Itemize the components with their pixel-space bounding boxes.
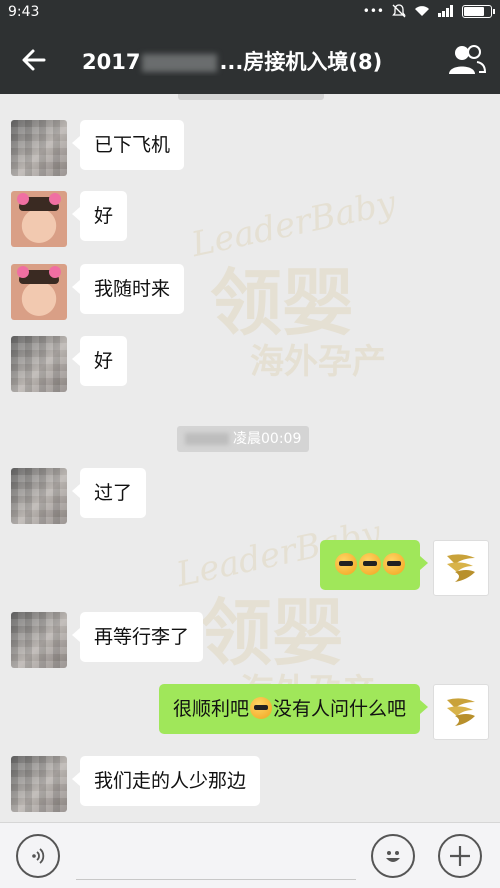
group-members-icon[interactable] xyxy=(448,42,486,78)
message-bubble[interactable]: 我们走的人少那边 xyxy=(71,756,261,806)
more-dots-icon: ••• xyxy=(362,4,384,18)
emoji-icon xyxy=(335,553,357,575)
message-input[interactable] xyxy=(76,879,356,880)
chat-title-prefix: 2017 xyxy=(82,50,141,74)
message-text: 很顺利吧 xyxy=(172,698,249,720)
redacted-text xyxy=(142,54,218,72)
watermark: 领婴 xyxy=(210,260,355,345)
wifi-icon xyxy=(415,6,429,16)
emoji-icon xyxy=(359,553,381,575)
timestamp-text: 凌晨00:09 xyxy=(233,431,302,447)
voice-icon xyxy=(32,848,45,864)
watermark: 海外孕产 xyxy=(250,342,386,382)
message-bubble[interactable]: 已下飞机 xyxy=(71,120,185,170)
message-bubble[interactable]: 再等行李了 xyxy=(71,612,204,662)
avatar[interactable] xyxy=(11,756,67,812)
status-icons: ••• xyxy=(362,4,495,18)
voice-button[interactable] xyxy=(16,834,60,878)
status-time: 9:43 xyxy=(8,4,40,20)
cool-emoji-icon xyxy=(249,697,272,719)
watermark: LeaderBaby xyxy=(188,182,400,266)
avatar[interactable] xyxy=(433,540,489,596)
smiley-icon xyxy=(386,851,400,862)
timestamp: 凌晨00:09 xyxy=(177,426,310,452)
avatar[interactable] xyxy=(11,612,67,668)
brand-logo-icon xyxy=(447,554,475,582)
more-button[interactable] xyxy=(438,834,482,878)
mute-bell-icon xyxy=(392,4,406,18)
battery-icon xyxy=(462,4,495,18)
signal-icon xyxy=(438,5,453,17)
redacted-text xyxy=(185,433,229,445)
back-arrow-icon[interactable] xyxy=(18,44,50,76)
message-bubble[interactable]: 很顺利吧 没有人问什么吧 xyxy=(158,684,429,734)
chat-title-suffix: ...房接机入境(8) xyxy=(219,50,383,74)
brand-logo-icon xyxy=(447,698,475,726)
plus-icon xyxy=(450,846,470,866)
emoji-button[interactable] xyxy=(371,834,415,878)
message-bubble[interactable]: 好 xyxy=(71,336,128,386)
input-bar xyxy=(0,822,500,888)
avatar[interactable] xyxy=(11,468,67,524)
avatar[interactable] xyxy=(11,264,67,320)
message-list[interactable]: LeaderBaby 领婴 海外孕产 LeaderBaby 领婴 海外孕产 已下… xyxy=(0,94,500,822)
emoji-icon xyxy=(383,553,405,575)
avatar[interactable] xyxy=(433,684,489,740)
message-bubble[interactable]: 我随时来 xyxy=(71,264,185,314)
message-text: 没有人问什么吧 xyxy=(272,698,406,720)
message-bubble[interactable] xyxy=(320,540,428,590)
avatar[interactable] xyxy=(11,336,67,392)
chat-title: 2017 ...房接机入境(8) xyxy=(82,46,432,76)
timestamp-partial xyxy=(178,94,324,100)
chat-header: 2017 ...房接机入境(8) xyxy=(0,26,500,94)
message-bubble[interactable]: 好 xyxy=(71,191,128,241)
watermark: 领婴 xyxy=(200,590,345,675)
avatar[interactable] xyxy=(11,120,67,176)
message-bubble[interactable]: 过了 xyxy=(71,468,147,518)
status-bar: 9:43 ••• xyxy=(0,0,500,26)
avatar[interactable] xyxy=(11,191,67,247)
